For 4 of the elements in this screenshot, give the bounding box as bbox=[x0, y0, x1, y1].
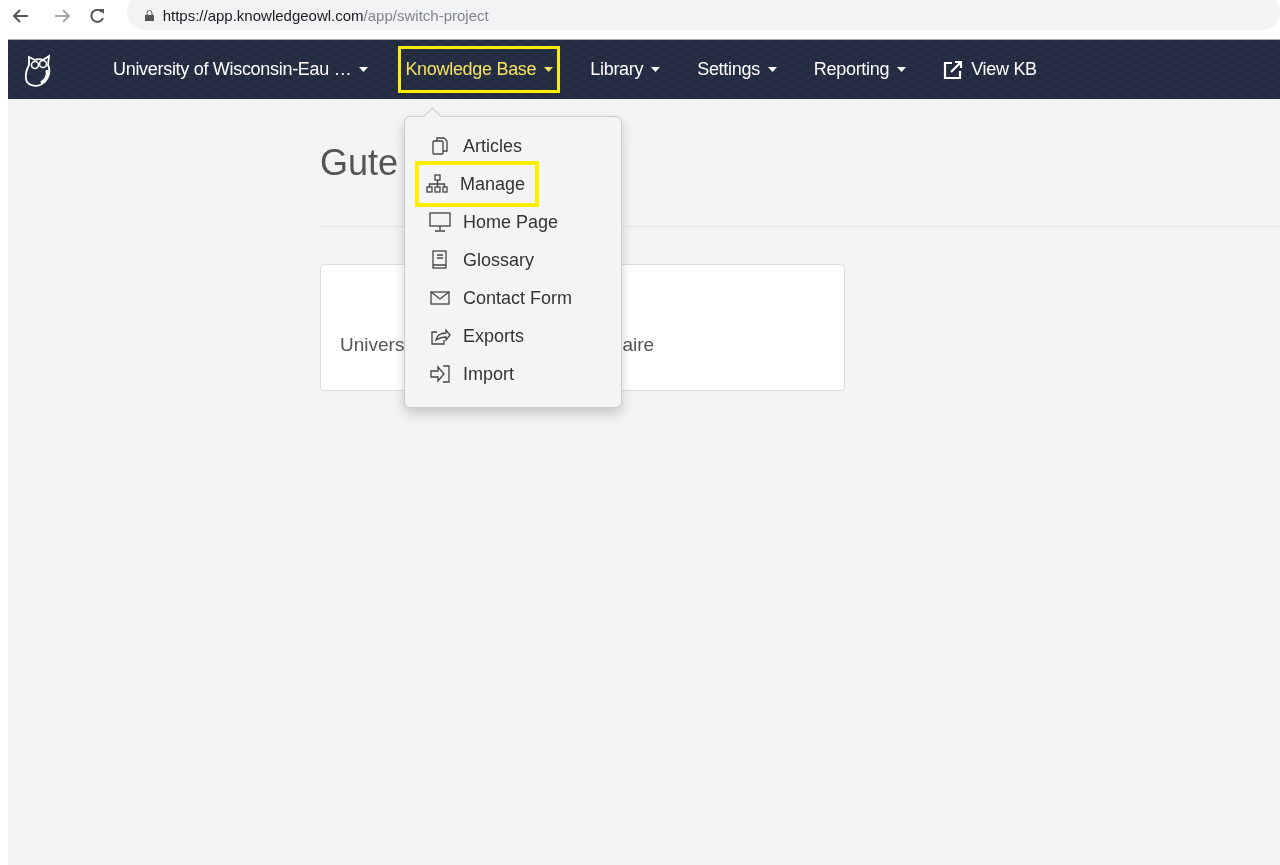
project-name: Univers bbox=[340, 334, 405, 356]
project-name: aire bbox=[622, 334, 655, 356]
page-heading: Gute bbox=[320, 143, 399, 183]
url-text: https://app.knowledgeowl.com/app/switch-project bbox=[162, 6, 489, 24]
